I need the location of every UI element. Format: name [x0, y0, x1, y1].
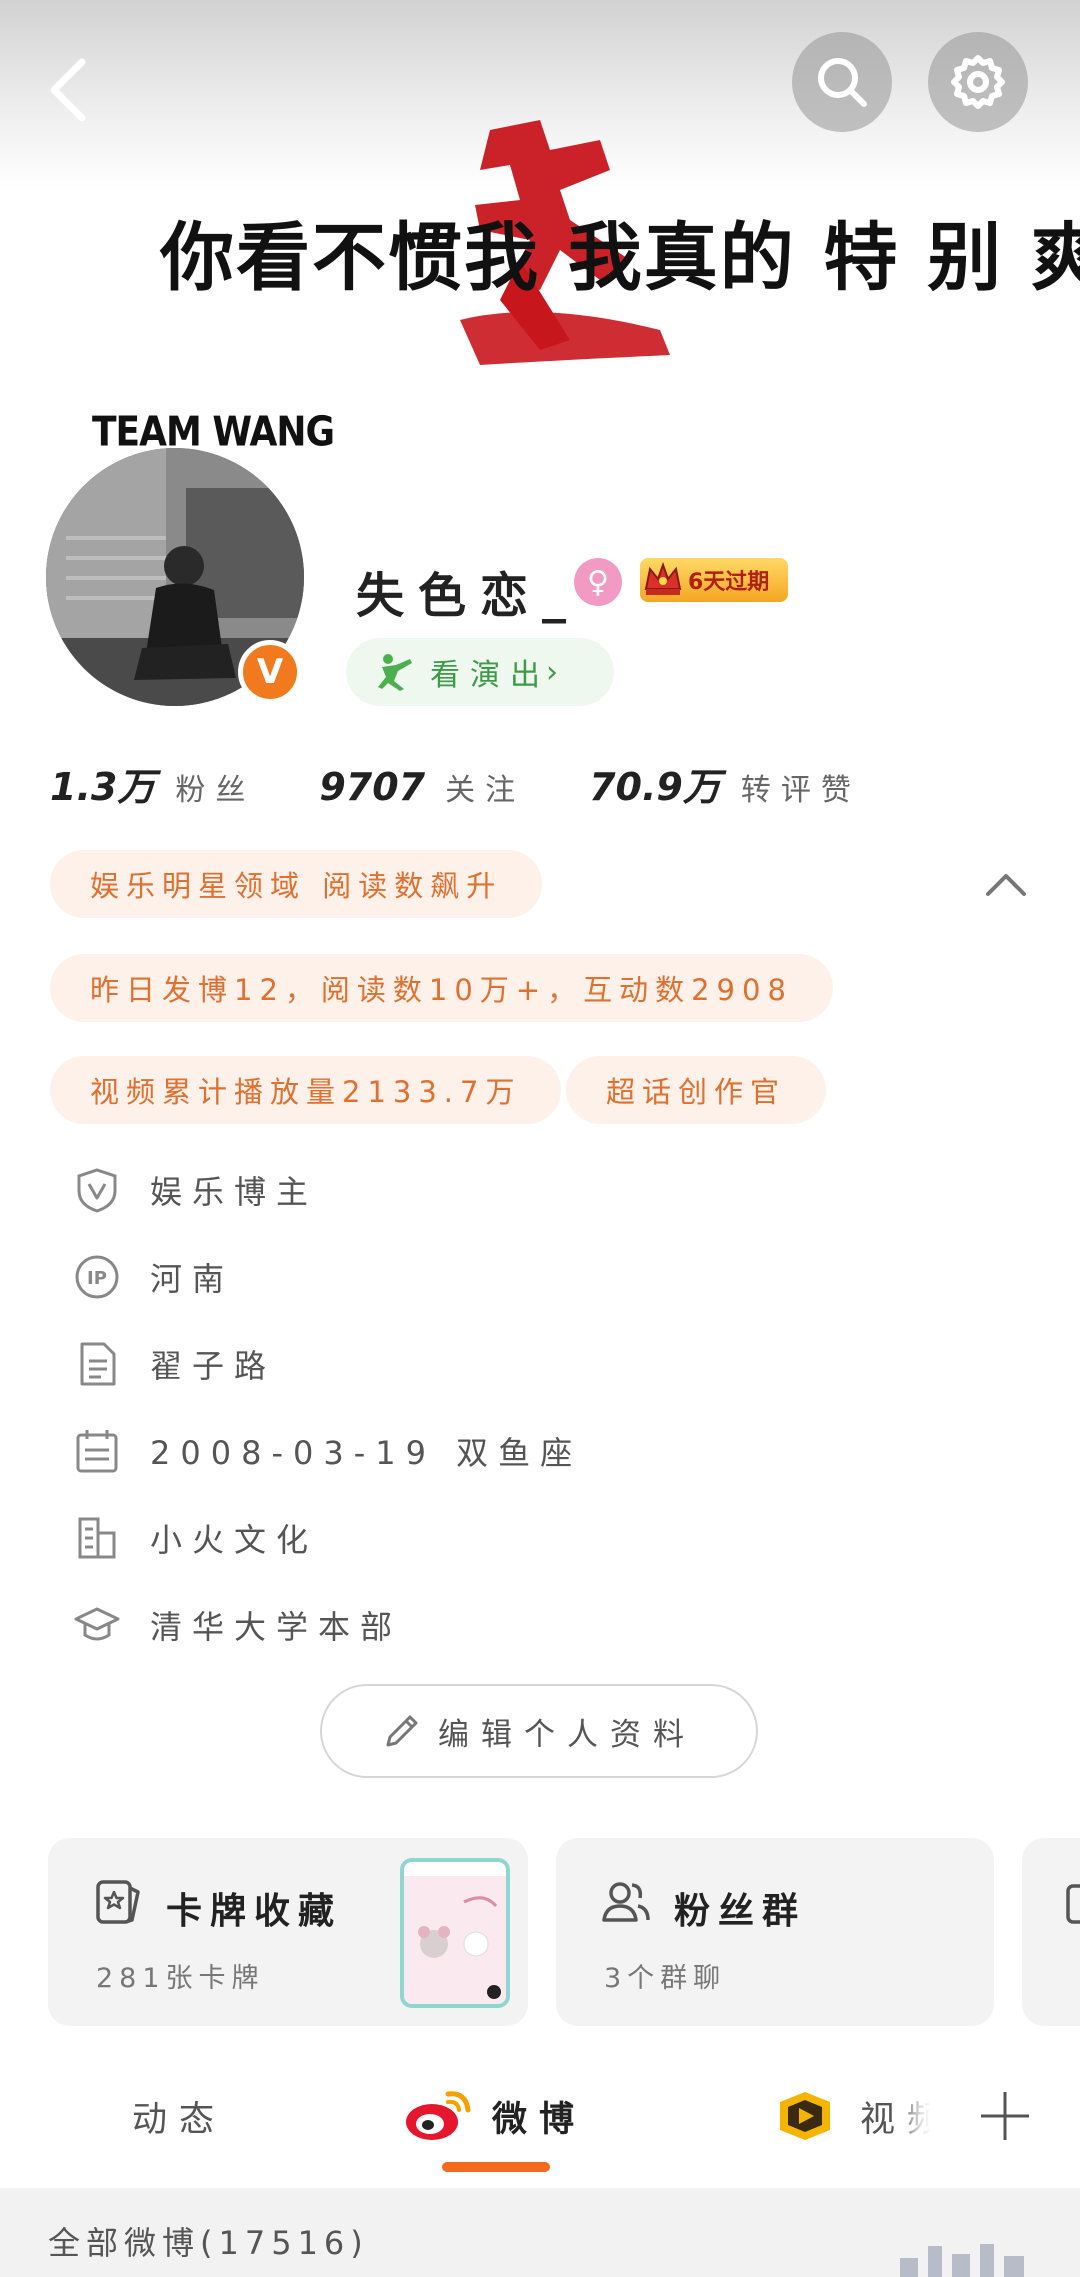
info-company: 小火文化 [74, 1508, 318, 1568]
stat-interactions[interactable]: 70.9万 转评赞 [589, 756, 861, 811]
stat-followers[interactable]: 1.3万 粉丝 [50, 756, 255, 811]
chevron-up-icon[interactable] [984, 870, 1028, 898]
content-tab-bar: 动态 微博 视频 [0, 2056, 1080, 2188]
shield-v-icon [74, 1167, 120, 1213]
back-button[interactable] [38, 48, 98, 128]
collection-subtitle: 281张卡牌 [96, 1963, 265, 1994]
crown-icon [644, 562, 682, 595]
partial-card-icon [1066, 1884, 1080, 1924]
info-bio-text: 翟子路 [150, 1347, 277, 1385]
all-weibo-filter[interactable]: 全部微博(17516) [48, 2218, 369, 2264]
edit-profile-label: 编辑个人资料 [438, 1716, 696, 1753]
info-verified: 娱乐博主 [74, 1160, 318, 1220]
svg-text:IP: IP [87, 1268, 107, 1289]
cover-text: 你看不惯我 我真的 特 别 爽 [160, 215, 1080, 301]
card-thumbnail [400, 1858, 510, 2008]
info-ip-text: 河南 [150, 1260, 235, 1298]
watch-show-button[interactable]: 看演出 › [346, 638, 614, 706]
edit-profile-button[interactable]: 编辑个人资料 [320, 1684, 758, 1778]
info-verified-text: 娱乐博主 [150, 1173, 319, 1211]
vip-badge[interactable]: 6天过期 [640, 558, 788, 602]
search-icon [818, 58, 867, 107]
card-collection[interactable]: 卡牌收藏 281张卡牌 [48, 1838, 528, 2026]
info-school: 清华大学本部 [74, 1595, 402, 1655]
chevron-left-icon [50, 58, 86, 122]
document-icon [74, 1341, 120, 1387]
bars-icon[interactable] [900, 2240, 1030, 2277]
graduation-cap-icon [74, 1602, 120, 1648]
info-birthday: 2008-03-19 双鱼座 [74, 1421, 582, 1481]
add-tab-button[interactable] [930, 2056, 1080, 2176]
following-label: 关注 [445, 773, 526, 808]
tab-feed-label: 动态 [132, 2099, 227, 2140]
verified-badge: V [238, 640, 302, 704]
watch-show-label: 看演出 [430, 658, 550, 693]
settings-button[interactable] [928, 32, 1028, 132]
pencil-icon [386, 1715, 418, 1747]
building-icon [74, 1515, 120, 1561]
card-icon [96, 1880, 140, 1924]
info-ip: IP 河南 [74, 1247, 234, 1307]
profile-header: 你看不惯我 我真的 特 别 爽 [0, 0, 1080, 380]
profile-stats: 1.3万 粉丝 9707 关注 70.9万 转评赞 [50, 756, 925, 811]
calendar-icon [74, 1428, 120, 1474]
group-icon [602, 1882, 650, 1922]
chevron-right-icon: › [546, 654, 558, 690]
team-label: TEAM WANG [92, 408, 335, 457]
interactions-count: 70.9万 [589, 765, 721, 809]
fan-group-title: 粉丝群 [674, 1891, 807, 1932]
followers-count: 1.3万 [50, 765, 156, 809]
dancer-icon [378, 654, 412, 691]
tab-weibo-label: 微博 [492, 2099, 587, 2140]
info-birthday-text: 2008-03-19 双鱼座 [150, 1434, 583, 1472]
fan-group-subtitle: 3个群聊 [604, 1963, 727, 1994]
collection-title: 卡牌收藏 [166, 1891, 343, 1932]
info-bio: 翟子路 [74, 1334, 276, 1394]
following-count: 9707 [319, 765, 426, 809]
plus-icon [981, 2092, 1029, 2140]
followers-label: 粉丝 [175, 773, 256, 808]
tag-yesterday-stats[interactable]: 昨日发博12，阅读数10万+，互动数2908 [50, 954, 833, 1022]
tab-weibo[interactable]: 微博 [404, 2056, 586, 2176]
female-gender-icon: ♀ [574, 558, 622, 606]
card-partial[interactable] [1022, 1838, 1080, 2026]
active-tab-indicator [442, 2162, 550, 2172]
tag-domain-reads[interactable]: 娱乐明星领域 阅读数飙升 [50, 850, 543, 918]
tab-video[interactable]: 视频 [770, 2056, 954, 2176]
search-button[interactable] [792, 32, 892, 132]
stat-following[interactable]: 9707 关注 [319, 765, 525, 809]
info-company-text: 小火文化 [150, 1521, 319, 1559]
username: 失色恋_ [356, 568, 581, 624]
gear-icon [951, 55, 1005, 109]
tag-super-topic[interactable]: 超话创作官 [566, 1056, 827, 1124]
weibo-logo-icon [406, 2091, 471, 2140]
ip-icon: IP [74, 1254, 120, 1300]
interactions-label: 转评赞 [740, 773, 861, 808]
tab-feed[interactable]: 动态 [132, 2056, 226, 2176]
tag-video-plays[interactable]: 视频累计播放量2133.7万 [50, 1056, 562, 1124]
video-badge-icon [780, 2092, 830, 2140]
vip-expiry-label: 6天过期 [688, 570, 770, 595]
card-fan-group[interactable]: 粉丝群 3个群聊 [556, 1838, 994, 2026]
info-school-text: 清华大学本部 [150, 1608, 403, 1646]
